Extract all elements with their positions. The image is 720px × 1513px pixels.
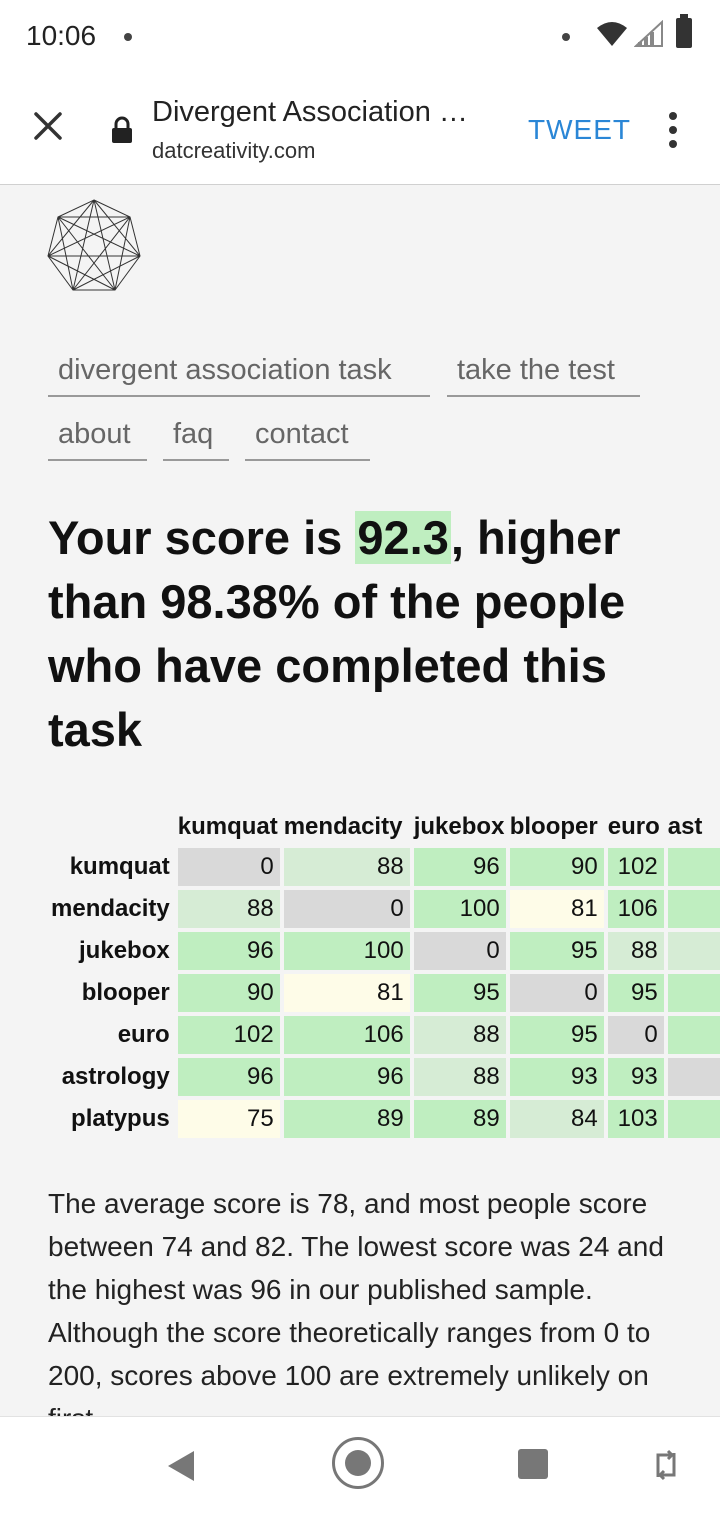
status-dot-icon [562, 33, 570, 41]
table-row: mendacity 88 0 100 81 106 [50, 890, 720, 928]
distance-cell: 103 [607, 1100, 664, 1138]
row-header: platypus [71, 1105, 170, 1132]
corner-cell [50, 812, 174, 844]
distance-cell: 93 [509, 1058, 604, 1096]
distance-cell: 88 [283, 848, 410, 886]
distance-cell: 100 [283, 932, 410, 970]
distance-cell [667, 974, 720, 1012]
wifi-icon [597, 22, 627, 46]
column-header: kumquat [177, 813, 278, 840]
distance-cell: 95 [509, 1016, 604, 1054]
distance-cell: 89 [283, 1100, 410, 1138]
row-header: blooper [81, 979, 170, 1006]
row-header: kumquat [69, 853, 170, 880]
distance-cell [667, 932, 720, 970]
distance-cell: 88 [413, 1016, 506, 1054]
close-icon[interactable] [28, 106, 68, 146]
row-header: astrology [61, 1063, 170, 1090]
column-header: mendacity [283, 813, 403, 840]
distance-cell [667, 848, 720, 886]
column-header: ast [667, 813, 703, 840]
column-header: euro [607, 813, 660, 840]
distance-cell: 95 [509, 932, 604, 970]
site-logo[interactable] [46, 198, 142, 302]
distance-cell: 90 [509, 848, 604, 886]
distance-cell: 102 [607, 848, 664, 886]
row-header: mendacity [51, 895, 170, 922]
custom-tab-toolbar: Divergent Association … datcreativity.co… [0, 76, 720, 185]
distance-cell: 100 [413, 890, 506, 928]
status-time: 10:06 [26, 20, 97, 51]
distance-cell: 90 [177, 974, 280, 1012]
score-explanation: The average score is 78, and most people… [48, 1188, 664, 1416]
battery-icon [676, 14, 692, 48]
distance-cell: 96 [283, 1058, 410, 1096]
row-header: euro [117, 1021, 170, 1048]
distance-cell: 89 [413, 1100, 506, 1138]
home-icon[interactable] [332, 1437, 384, 1489]
table-row: euro 102 106 88 95 0 [50, 1016, 720, 1054]
score-value: 92.3 [355, 511, 451, 564]
nav-faq[interactable]: faq [163, 418, 229, 461]
distance-cell: 102 [177, 1016, 280, 1054]
word-distance-matrix[interactable]: kumquat mendacity jukebox blooper euro a… [46, 808, 720, 1152]
table-row: kumquat 0 88 96 90 102 [50, 848, 720, 886]
distance-cell: 96 [177, 932, 280, 970]
distance-cell: 88 [413, 1058, 506, 1096]
score-prefix: Your score is [48, 511, 356, 564]
recent-apps-icon[interactable] [518, 1449, 548, 1479]
distance-cell: 84 [509, 1100, 604, 1138]
distance-cell: 0 [607, 1016, 664, 1054]
back-icon[interactable] [166, 1449, 196, 1483]
table-row: platypus 75 89 89 84 103 [50, 1100, 720, 1138]
tweet-button[interactable]: TWEET [528, 114, 631, 146]
nav-about[interactable]: about [48, 418, 147, 461]
column-header: blooper [509, 813, 598, 840]
notification-dot-icon [124, 33, 132, 41]
distance-cell: 95 [413, 974, 506, 1012]
lock-icon[interactable] [110, 116, 134, 144]
more-options-icon[interactable] [666, 112, 680, 152]
page-domain: datcreativity.com [152, 138, 316, 163]
distance-cell: 106 [607, 890, 664, 928]
distance-cell: 88 [177, 890, 280, 928]
distance-cell: 96 [177, 1058, 280, 1096]
distance-cell: 0 [283, 890, 410, 928]
table-row: astrology 96 96 88 93 93 [50, 1058, 720, 1096]
column-header: jukebox [413, 813, 505, 840]
distance-cell [667, 890, 720, 928]
distance-cell [667, 1100, 720, 1138]
distance-cell [667, 1016, 720, 1054]
distance-cell: 0 [509, 974, 604, 1012]
distance-cell: 81 [283, 974, 410, 1012]
distance-table: kumquat mendacity jukebox blooper euro a… [46, 808, 720, 1142]
distance-cell: 81 [509, 890, 604, 928]
system-navigation-bar [0, 1416, 720, 1513]
distance-cell: 88 [607, 932, 664, 970]
nav-contact[interactable]: contact [245, 418, 370, 461]
status-bar: 10:06 [0, 0, 720, 76]
score-headline: Your score is 92.3, higher than 98.38% o… [48, 506, 688, 762]
distance-cell: 93 [607, 1058, 664, 1096]
rotate-icon[interactable] [652, 1447, 680, 1483]
distance-cell [667, 1058, 720, 1096]
distance-cell: 0 [177, 848, 280, 886]
distance-cell: 75 [177, 1100, 280, 1138]
table-row: blooper 90 81 95 0 95 [50, 974, 720, 1012]
row-header: jukebox [79, 937, 170, 964]
distance-cell: 106 [283, 1016, 410, 1054]
distance-cell: 0 [413, 932, 506, 970]
distance-cell: 95 [607, 974, 664, 1012]
distance-cell: 96 [413, 848, 506, 886]
nav-take-the-test[interactable]: take the test [447, 354, 640, 397]
nav-divergent-association-task[interactable]: divergent association task [48, 354, 430, 397]
signal-icon [634, 20, 663, 47]
page-title: Divergent Association … [152, 96, 468, 128]
table-row: jukebox 96 100 0 95 88 [50, 932, 720, 970]
